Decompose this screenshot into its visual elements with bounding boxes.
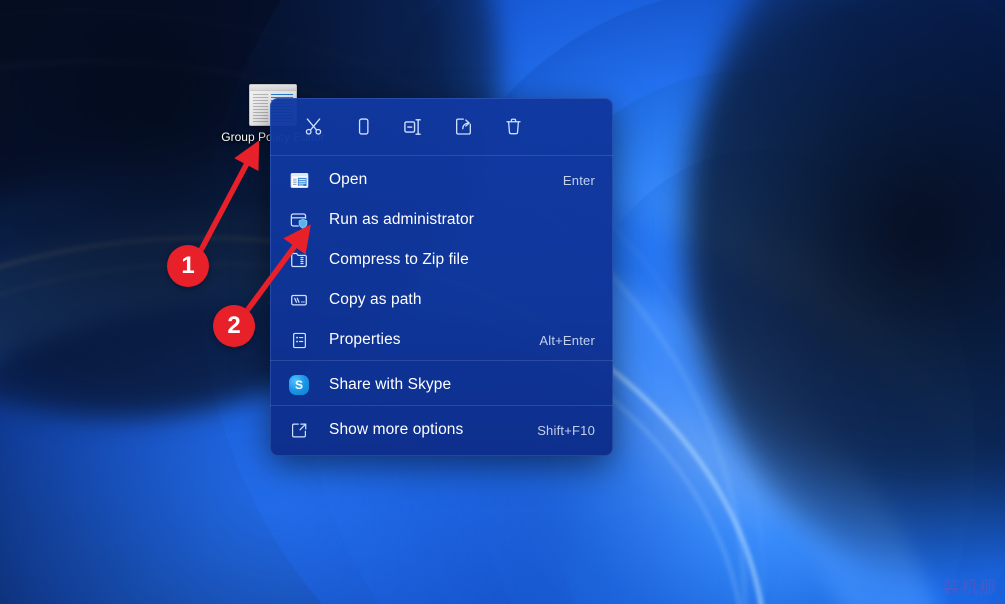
skype-icon: S xyxy=(288,374,310,396)
menu-item-label: Show more options xyxy=(329,421,464,438)
context-menu[interactable]: Open Enter Run as administrator Compress… xyxy=(270,98,613,456)
menu-group-apps: S Share with Skype xyxy=(270,361,613,405)
menu-item-accelerator: Alt+Enter xyxy=(539,332,595,348)
menu-item-copy-as-path[interactable]: Copy as path xyxy=(270,280,613,320)
menu-item-run-as-administrator[interactable]: Run as administrator xyxy=(270,200,613,240)
share-icon xyxy=(453,116,474,137)
menu-item-share-with-skype[interactable]: S Share with Skype xyxy=(270,365,613,405)
shield-window-icon xyxy=(288,209,310,231)
menu-item-label: Open xyxy=(329,171,368,188)
menu-item-properties[interactable]: Properties Alt+Enter xyxy=(270,320,613,360)
annotation-marker-2: 2 xyxy=(213,305,255,347)
menu-group-main: Open Enter Run as administrator Compress… xyxy=(270,156,613,360)
watermark: 装机那 xyxy=(943,578,997,598)
delete-button[interactable] xyxy=(488,109,538,145)
menu-item-label: Share with Skype xyxy=(329,376,452,393)
zip-folder-icon xyxy=(288,249,310,271)
annotation-marker-1: 1 xyxy=(167,245,209,287)
copy-icon xyxy=(353,116,374,137)
properties-list-icon xyxy=(288,329,310,351)
rename-icon xyxy=(402,116,424,138)
mmc-console-icon xyxy=(288,169,310,191)
share-button[interactable] xyxy=(438,109,488,145)
menu-item-label: Compress to Zip file xyxy=(329,251,469,268)
menu-item-label: Run as administrator xyxy=(329,211,475,228)
menu-item-label: Properties xyxy=(329,331,401,348)
menu-item-show-more-options[interactable]: Show more options Shift+F10 xyxy=(270,410,613,450)
menu-item-accelerator: Enter xyxy=(562,172,595,188)
menu-group-more: Show more options Shift+F10 xyxy=(270,406,613,456)
cut-button[interactable] xyxy=(288,109,338,145)
menu-item-accelerator: Shift+F10 xyxy=(537,422,595,438)
menu-item-label: Copy as path xyxy=(329,291,422,308)
scissors-icon xyxy=(303,116,324,137)
rename-button[interactable] xyxy=(388,109,438,145)
desktop[interactable]: Group Policy Editor xyxy=(0,0,1005,604)
copy-button[interactable] xyxy=(338,109,388,145)
trash-icon xyxy=(503,116,524,137)
menu-item-open[interactable]: Open Enter xyxy=(270,160,613,200)
show-more-icon xyxy=(288,419,310,441)
copy-path-icon xyxy=(288,289,310,311)
context-menu-toolbar xyxy=(270,98,613,155)
menu-item-compress-to-zip-file[interactable]: Compress to Zip file xyxy=(270,240,613,280)
